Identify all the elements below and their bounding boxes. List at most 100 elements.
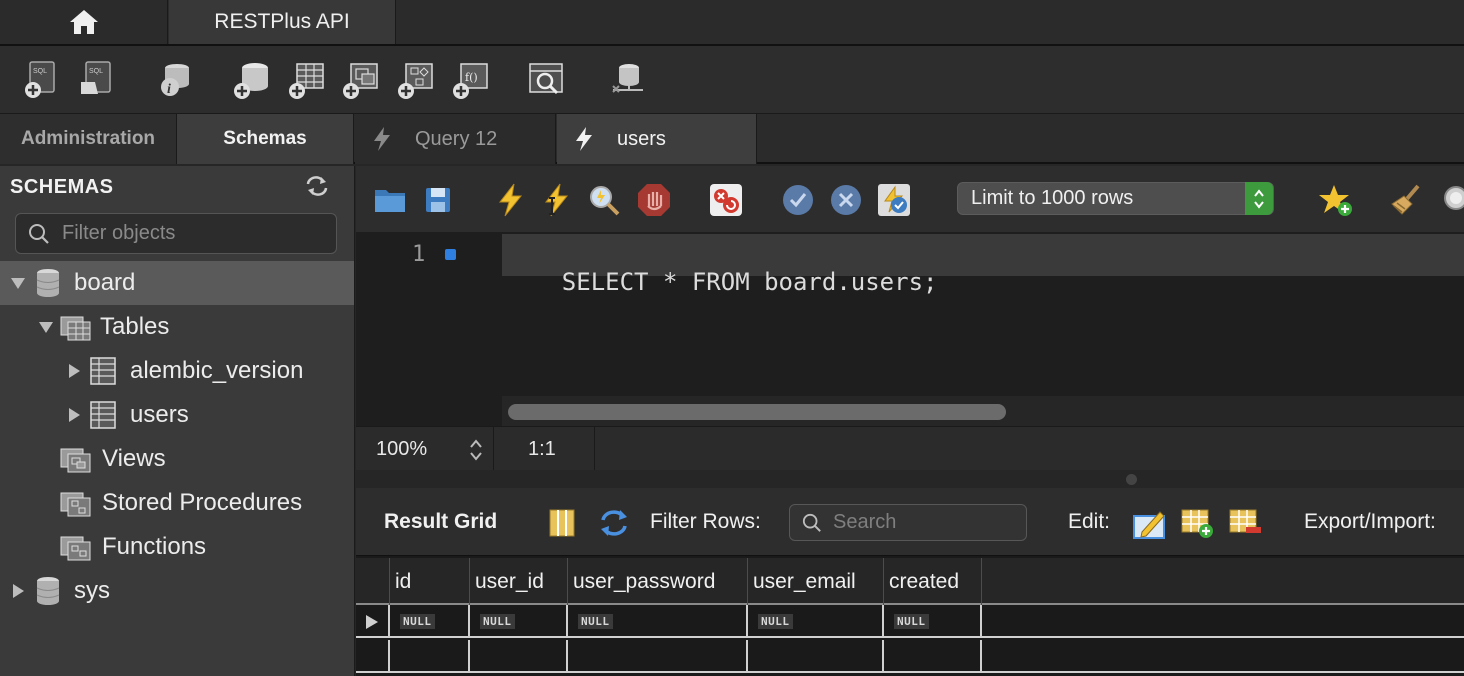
explain-icon[interactable] [586, 182, 622, 218]
delete-row-icon[interactable] [1228, 506, 1262, 540]
schemas-title: SCHEMAS [10, 176, 114, 198]
filter-objects-field[interactable] [15, 213, 337, 254]
chevron-down-icon[interactable] [10, 276, 26, 290]
row-selector[interactable] [356, 640, 390, 673]
grid-cell[interactable]: NULL [748, 605, 884, 638]
chevron-right-icon[interactable] [67, 407, 81, 423]
stop-icon[interactable] [636, 182, 672, 218]
find-icon[interactable] [1438, 182, 1464, 218]
tree-item-users[interactable]: users [0, 393, 354, 437]
search-icon [802, 513, 821, 532]
tree-item-board[interactable]: board [0, 261, 354, 305]
tab-query-12[interactable]: Query 12 [355, 114, 556, 164]
toggle-error-icon[interactable] [708, 182, 744, 218]
grid-cell[interactable] [568, 640, 748, 673]
execute-current-icon[interactable] [538, 182, 574, 218]
grid-columns-icon[interactable] [547, 508, 577, 538]
row-selector[interactable] [356, 605, 390, 638]
commit-icon[interactable] [780, 182, 816, 218]
refresh-icon[interactable] [304, 175, 330, 197]
procedures-folder-icon [60, 492, 91, 517]
status-divider [594, 427, 595, 471]
tree-item-views[interactable]: Views [0, 437, 354, 481]
pane-splitter[interactable] [356, 470, 1464, 488]
tab-schemas[interactable]: Schemas [177, 114, 354, 164]
create-procedure-icon[interactable] [396, 60, 436, 100]
tab-administration-label: Administration [20, 128, 156, 149]
open-sql-script-icon[interactable]: SQL [78, 60, 118, 100]
grid-cell[interactable] [884, 640, 982, 673]
tree-item-alembic-version[interactable]: alembic_version [0, 349, 354, 393]
database-icon [36, 577, 60, 605]
column-header[interactable]: user_id [470, 558, 568, 605]
column-header[interactable]: user_email [748, 558, 884, 605]
create-view-icon[interactable] [341, 60, 381, 100]
sql-code-line[interactable]: SELECT * FROM board.users; [504, 240, 938, 324]
tree-item-sys[interactable]: sys [0, 569, 354, 613]
chevron-down-icon[interactable] [38, 320, 54, 334]
filter-rows-input[interactable] [833, 511, 1013, 534]
column-header[interactable]: id [390, 558, 470, 605]
beautify-icon[interactable] [1388, 182, 1424, 218]
home-icon [69, 10, 98, 34]
grid-cell[interactable]: NULL [470, 605, 568, 638]
connection-tab[interactable]: RESTPlus API [169, 0, 396, 44]
schema-inspector-icon[interactable]: i [155, 60, 195, 100]
grid-cell[interactable]: NULL [568, 605, 748, 638]
zoom-stepper-icon[interactable] [468, 437, 484, 463]
cursor-position: 1:1 [528, 438, 556, 460]
add-snippet-icon[interactable] [1318, 182, 1354, 218]
save-icon[interactable] [420, 182, 456, 218]
null-value: NULL [480, 614, 515, 629]
scrollbar-thumb[interactable] [508, 404, 1006, 420]
grid-cell[interactable] [748, 640, 884, 673]
tab-users[interactable]: users [557, 114, 757, 164]
svg-text:i: i [167, 82, 171, 97]
grid-cell[interactable]: NULL [884, 605, 982, 638]
svg-text:SQL: SQL [89, 68, 103, 75]
chevron-right-icon[interactable] [11, 583, 25, 599]
grid-cell[interactable] [390, 640, 470, 673]
result-grid-label: Result Grid [384, 510, 498, 533]
autocommit-icon[interactable] [876, 182, 912, 218]
select-stepper[interactable] [1245, 182, 1273, 215]
grid-cell[interactable] [470, 640, 568, 673]
table-row[interactable]: NULL NULL NULL NULL NULL [356, 605, 1464, 638]
edit-cell-icon[interactable] [1132, 506, 1166, 540]
create-table-icon[interactable] [287, 60, 327, 100]
splitter-handle[interactable] [1126, 474, 1137, 485]
null-value: NULL [758, 614, 793, 629]
new-sql-tab-icon[interactable]: SQL [22, 60, 62, 100]
home-tab[interactable] [0, 0, 168, 44]
table-row[interactable] [356, 640, 1464, 673]
sql-editor[interactable]: 1 SELECT * FROM board.users; [356, 232, 1464, 426]
filter-rows-field[interactable] [789, 504, 1027, 541]
table-icon [90, 357, 116, 385]
rollback-icon[interactable] [828, 182, 864, 218]
database-icon [36, 269, 60, 297]
reconnect-icon[interactable] [605, 60, 645, 100]
grid-cell[interactable]: NULL [390, 605, 470, 638]
tree-item-stored-procedures[interactable]: Stored Procedures [0, 481, 354, 525]
create-schema-icon[interactable] [232, 60, 272, 100]
current-row-arrow-icon [366, 614, 378, 629]
result-grid[interactable]: id user_id user_password user_email crea… [356, 556, 1464, 676]
null-value: NULL [578, 614, 613, 629]
tree-item-tables[interactable]: Tables [0, 305, 354, 349]
search-table-data-icon[interactable] [527, 60, 567, 100]
tab-schemas-label: Schemas [223, 128, 307, 149]
editor-status-bar: 100% 1:1 [356, 426, 1464, 471]
chevron-right-icon[interactable] [67, 363, 81, 379]
tab-administration[interactable]: Administration [0, 114, 177, 164]
limit-rows-select[interactable]: Limit to 1000 rows [957, 182, 1274, 215]
tree-item-label: Views [102, 445, 166, 472]
column-header[interactable]: user_password [568, 558, 748, 605]
execute-icon[interactable] [492, 182, 528, 218]
tree-item-functions[interactable]: Functions [0, 525, 354, 569]
add-row-icon[interactable] [1180, 506, 1214, 540]
filter-objects-input[interactable] [62, 222, 322, 245]
column-header[interactable]: created [884, 558, 982, 605]
open-file-icon[interactable] [372, 182, 408, 218]
refresh-results-icon[interactable] [597, 506, 631, 540]
create-function-icon[interactable]: f() [451, 60, 491, 100]
